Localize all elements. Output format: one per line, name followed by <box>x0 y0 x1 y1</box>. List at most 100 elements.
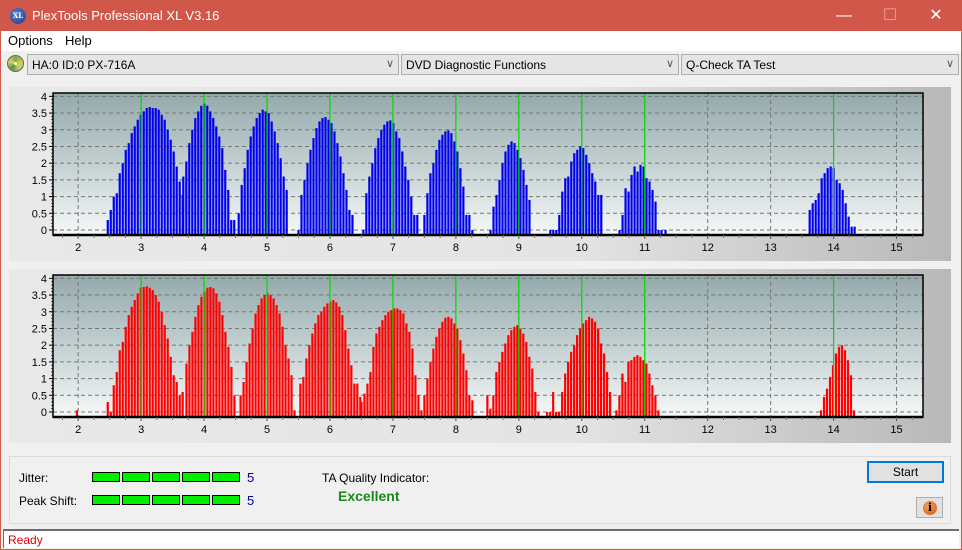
histogram-bar <box>356 383 359 417</box>
histogram-bar <box>281 326 284 417</box>
histogram-bar <box>594 321 597 417</box>
histogram-bar <box>166 129 169 235</box>
histogram-bar <box>323 306 326 417</box>
histogram-bar <box>398 138 401 235</box>
histogram-bar <box>838 183 841 235</box>
app-logo-icon: XL <box>10 8 26 24</box>
histogram-bar <box>423 214 426 235</box>
histogram-bar <box>273 131 276 235</box>
histogram-bar <box>597 194 600 235</box>
histogram-bar <box>552 391 555 417</box>
histogram-bar <box>426 378 429 417</box>
histogram-bar <box>175 166 178 235</box>
histogram-bar <box>456 151 459 235</box>
x-tick-label: 3 <box>138 242 144 254</box>
histogram-bar <box>368 176 371 235</box>
y-tick-label: 2 <box>41 340 47 352</box>
histogram-bar <box>133 300 136 417</box>
histogram-bar <box>450 133 453 235</box>
close-button[interactable]: ✕ <box>913 1 959 31</box>
chevron-down-icon: ∨ <box>665 58 674 70</box>
histogram-bar <box>136 293 139 417</box>
histogram-bar <box>145 108 148 235</box>
histogram-bar <box>384 315 387 417</box>
histogram-bar <box>407 179 410 235</box>
histogram-bar <box>404 166 407 235</box>
histogram-bar <box>522 333 525 417</box>
histogram-bar <box>492 206 495 235</box>
y-tick-label: 1 <box>41 192 47 204</box>
histogram-bar <box>489 408 492 417</box>
upper-ta-chart: 0 0.5 1 1.5 2 2.5 3 3.5 4 2 3 4 5 6 7 8 9 10 11 12 13 14 15 <box>32 91 924 254</box>
histogram-bar <box>163 325 166 417</box>
histogram-bar <box>306 163 309 235</box>
chevron-down-icon: ∨ <box>385 58 394 70</box>
histogram-bar <box>579 146 582 235</box>
menu-options[interactable]: Options <box>8 33 53 48</box>
histogram-bar <box>395 131 398 235</box>
histogram-bar <box>528 199 531 235</box>
histogram-bar <box>336 143 339 235</box>
histogram-bar <box>278 313 281 417</box>
histogram-bar <box>375 333 378 417</box>
test-select[interactable]: Q-Check TA Test ∨ <box>681 54 959 75</box>
histogram-bar <box>317 315 320 417</box>
histogram-bar <box>645 178 648 235</box>
meter-segment <box>122 495 150 505</box>
histogram-bar <box>148 107 151 235</box>
y-tick-label: 0.5 <box>32 208 47 220</box>
histogram-bar <box>383 124 386 235</box>
histogram-bar <box>627 361 630 417</box>
histogram-bar <box>112 385 115 417</box>
y-tick-label: 4 <box>41 91 47 103</box>
y-tick-label: 4 <box>41 273 47 285</box>
results-panel: Jitter: 5 Peak Shift: 5 TA Quality Indic… <box>9 456 951 524</box>
histogram-bar <box>151 290 154 417</box>
histogram-bar <box>275 305 278 417</box>
maximize-button[interactable]: ☐ <box>867 1 913 31</box>
function-select[interactable]: DVD Diagnostic Functions ∨ <box>401 54 679 75</box>
histogram-bar <box>432 163 435 235</box>
histogram-bar <box>369 371 372 417</box>
histogram-bar <box>630 360 633 417</box>
histogram-bar <box>353 383 356 417</box>
histogram-bar <box>840 345 844 417</box>
histogram-bar <box>432 348 435 417</box>
histogram-bar <box>570 351 573 417</box>
histogram-bar <box>825 388 829 417</box>
histogram-bar <box>462 353 465 417</box>
x-tick-label: 11 <box>639 424 650 436</box>
histogram-bar <box>270 121 273 235</box>
histogram-bar <box>206 287 209 417</box>
histogram-bar <box>823 173 826 235</box>
histogram-bar <box>342 173 345 235</box>
histogram-bar <box>399 310 402 417</box>
y-tick-label: 0.5 <box>32 390 47 402</box>
histogram-bar <box>287 358 290 417</box>
menu-help[interactable]: Help <box>65 33 92 48</box>
histogram-bar <box>267 113 270 235</box>
histogram-bar <box>416 214 419 235</box>
histogram-bar <box>462 186 465 235</box>
histogram-bar <box>588 316 591 417</box>
histogram-bar <box>272 298 275 417</box>
histogram-bar <box>136 119 139 235</box>
x-tick-label: 4 <box>201 424 207 436</box>
minimize-button[interactable]: — <box>821 1 867 31</box>
start-button[interactable]: Start <box>867 461 944 483</box>
histogram-bar <box>127 315 130 417</box>
histogram-bar <box>579 328 582 417</box>
histogram-bar <box>344 330 347 417</box>
histogram-bar <box>834 353 838 417</box>
histogram-bar <box>522 169 525 235</box>
info-icon: i <box>923 501 937 515</box>
info-button[interactable]: i <box>916 497 943 518</box>
histogram-bar <box>600 194 603 235</box>
x-tick-label: 15 <box>890 424 902 436</box>
histogram-bar <box>558 214 561 235</box>
histogram-bar <box>561 191 564 235</box>
histogram-bar <box>453 141 456 235</box>
drive-select[interactable]: HA:0 ID:0 PX-716A ∨ <box>27 54 399 75</box>
histogram-bar <box>366 383 369 417</box>
histogram-bar <box>822 396 826 417</box>
